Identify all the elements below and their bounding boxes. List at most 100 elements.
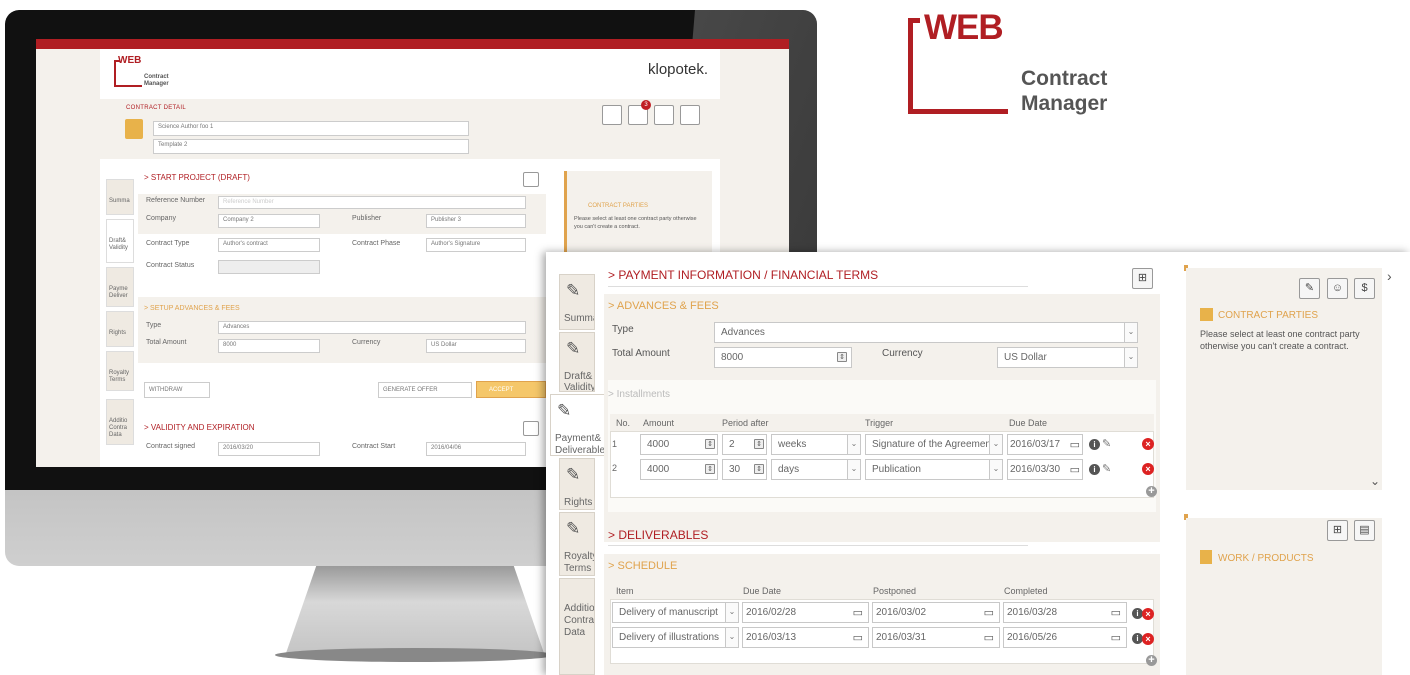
calendar-icon[interactable]: ▭ [984, 606, 994, 619]
setup-amount-input[interactable]: 8000 [218, 339, 320, 353]
spinner-icon[interactable]: ⇕ [754, 464, 764, 474]
tab-draft-validity[interactable]: ✎ Draft& Validity [559, 332, 595, 392]
withdraw-button[interactable]: WITHDRAW [144, 382, 210, 398]
spinner-icon[interactable]: ⇕ [837, 352, 847, 362]
parties-money-button[interactable]: $ [1354, 278, 1375, 299]
sched-due-input[interactable]: 2016/02/28 ▭ [742, 602, 869, 623]
sched-completed-input[interactable]: 2016/03/28 ▭ [1003, 602, 1127, 623]
sched-completed-input[interactable]: 2016/05/26 ▭ [1003, 627, 1127, 648]
sched-due-input[interactable]: 2016/03/13 ▭ [742, 627, 869, 648]
currency-select[interactable]: US Dollar ⌄ [997, 347, 1138, 368]
contract-template-field[interactable]: Template 2 [153, 139, 469, 154]
tab-payment-deliverables[interactable]: ✎ Payment& Deliverables [550, 394, 608, 456]
inst-header-due: Due Date [1009, 418, 1048, 428]
tab-summary[interactable]: ✎Summa [559, 274, 595, 330]
inst-trigger-select[interactable]: Signature of the Agreement ⌄ [865, 434, 1003, 455]
info-icon[interactable]: i [1089, 464, 1100, 475]
calendar-icon[interactable]: ▭ [1070, 463, 1080, 476]
work-products-title: WORK / PRODUCTS [1218, 553, 1314, 564]
spinner-icon[interactable]: ⇕ [705, 439, 715, 449]
type-select[interactable]: Advances ⌄ [714, 322, 1138, 343]
add-installment-icon[interactable]: + [1146, 486, 1157, 497]
calendar-icon[interactable]: ▭ [1111, 631, 1121, 644]
inst-header-no: No. [616, 418, 631, 428]
payment-icon: ✎ [557, 401, 572, 420]
inst-trigger-select[interactable]: Publication ⌄ [865, 459, 1003, 480]
inst-due-input[interactable]: 2016/03/17 ▭ [1007, 434, 1083, 455]
work-add-button[interactable]: ⊞ [1327, 520, 1348, 541]
sched-item-select[interactable]: Delivery of illustrations ⌄ [612, 627, 739, 648]
edit-icon[interactable]: ✎ [1102, 462, 1111, 475]
sched-header-postponed: Postponed [873, 586, 917, 596]
reference-number-input[interactable]: Reference Number [218, 196, 526, 209]
inst-amount-input[interactable]: 4000 ⇕ [640, 434, 718, 455]
setup-type-select[interactable]: Advances [218, 321, 526, 334]
inst-period-input[interactable]: 30 ⇕ [722, 459, 767, 480]
delete-icon[interactable]: × [1142, 463, 1154, 475]
publisher-select[interactable]: Publisher 3 [426, 214, 526, 228]
company-label: Company [146, 215, 176, 222]
chevron-right-icon[interactable]: › [1387, 268, 1392, 284]
parties-edit-button[interactable]: ✎ [1299, 278, 1320, 299]
mini-tab-summary[interactable]: Summa [106, 179, 134, 215]
deliverables-underline [608, 545, 1028, 546]
sched-item-select[interactable]: Delivery of manuscript ⌄ [612, 602, 739, 623]
deliverables-title: > DELIVERABLES [608, 528, 709, 542]
calendar-icon[interactable]: ▭ [984, 631, 994, 644]
spinner-icon[interactable]: ⇕ [754, 439, 764, 449]
validity-add-button[interactable] [523, 421, 539, 436]
header-bookmark-button[interactable] [680, 105, 700, 125]
tab-rights[interactable]: ✎ Rights [559, 458, 595, 510]
delete-icon[interactable]: × [1142, 633, 1154, 645]
setup-currency-select[interactable]: US Dollar [426, 339, 526, 353]
spinner-icon[interactable]: ⇕ [705, 464, 715, 474]
sched-postponed-input[interactable]: 2016/03/02 ▭ [872, 602, 1000, 623]
company-select[interactable]: Company 2 [218, 214, 320, 228]
tab-royalty-terms[interactable]: ✎ Royalty Terms [559, 512, 595, 576]
calendar-icon[interactable]: ▭ [1111, 606, 1121, 619]
chevron-down-icon[interactable]: ⌄ [1370, 474, 1380, 488]
contract-status-label: Contract Status [146, 262, 195, 269]
contract-signed-label: Contract signed [146, 443, 196, 450]
contract-status-field[interactable] [218, 260, 320, 274]
contract-signed-input[interactable]: 2016/03/20 [218, 442, 320, 456]
edit-icon[interactable]: ✎ [1102, 437, 1111, 450]
mini-tab-additional[interactable]: Additio Contra Data [106, 399, 134, 445]
add-schedule-icon[interactable]: + [1146, 655, 1157, 666]
inst-amount-input[interactable]: 4000 ⇕ [640, 459, 718, 480]
sched-postponed-input[interactable]: 2016/03/31 ▭ [872, 627, 1000, 648]
inst-due-input[interactable]: 2016/03/30 ▭ [1007, 459, 1083, 480]
calendar-icon[interactable]: ▭ [853, 631, 863, 644]
delete-icon[interactable]: × [1142, 608, 1154, 620]
contract-parties-icon [1200, 308, 1213, 321]
payment-add-button[interactable]: ⊞ [1132, 268, 1153, 289]
contract-phase-select[interactable]: Author's Signature [426, 238, 526, 252]
mini-tab-rights[interactable]: Rights [106, 311, 134, 347]
mini-tab-royalty[interactable]: Royalty Terms [106, 351, 134, 391]
contract-author-field[interactable]: Science Author foo 1 [153, 121, 469, 136]
mini-parties-text: Please select at least one contract part… [574, 216, 697, 230]
header-attach-button[interactable] [654, 105, 674, 125]
work-list-button[interactable]: ▤ [1354, 520, 1375, 541]
mini-tab-draft-validity[interactable]: Draft& Validity [106, 219, 134, 263]
info-icon[interactable]: i [1089, 439, 1100, 450]
calendar-icon[interactable]: ▭ [853, 606, 863, 619]
header-edit-button[interactable] [602, 105, 622, 125]
parties-user-button[interactable]: ☺ [1327, 278, 1348, 299]
generate-offer-button[interactable]: GENERATE OFFER [378, 382, 472, 398]
contract-start-input[interactable]: 2016/04/06 [426, 442, 526, 456]
start-project-undo-button[interactable] [523, 172, 539, 187]
inst-unit-select[interactable]: days ⌄ [771, 459, 861, 480]
inst-unit-select[interactable]: weeks ⌄ [771, 434, 861, 455]
contract-type-select[interactable]: Author's contract [218, 238, 320, 252]
delete-icon[interactable]: × [1142, 438, 1154, 450]
accept-button[interactable]: ACCEPT [476, 381, 546, 398]
payment-info-title: > PAYMENT INFORMATION / FINANCIAL TERMS [608, 268, 879, 282]
sched-header-item: Item [616, 586, 634, 596]
mini-tab-payment[interactable]: Payme Deliver [106, 267, 134, 307]
total-amount-input[interactable]: 8000 ⇕ [714, 347, 852, 368]
calendar-icon[interactable]: ▭ [1070, 438, 1080, 451]
inst-period-input[interactable]: 2 ⇕ [722, 434, 767, 455]
tab-additional-contract-data[interactable]: Additio Contra Data [559, 578, 595, 675]
total-amount-label: Total Amount [612, 348, 670, 359]
